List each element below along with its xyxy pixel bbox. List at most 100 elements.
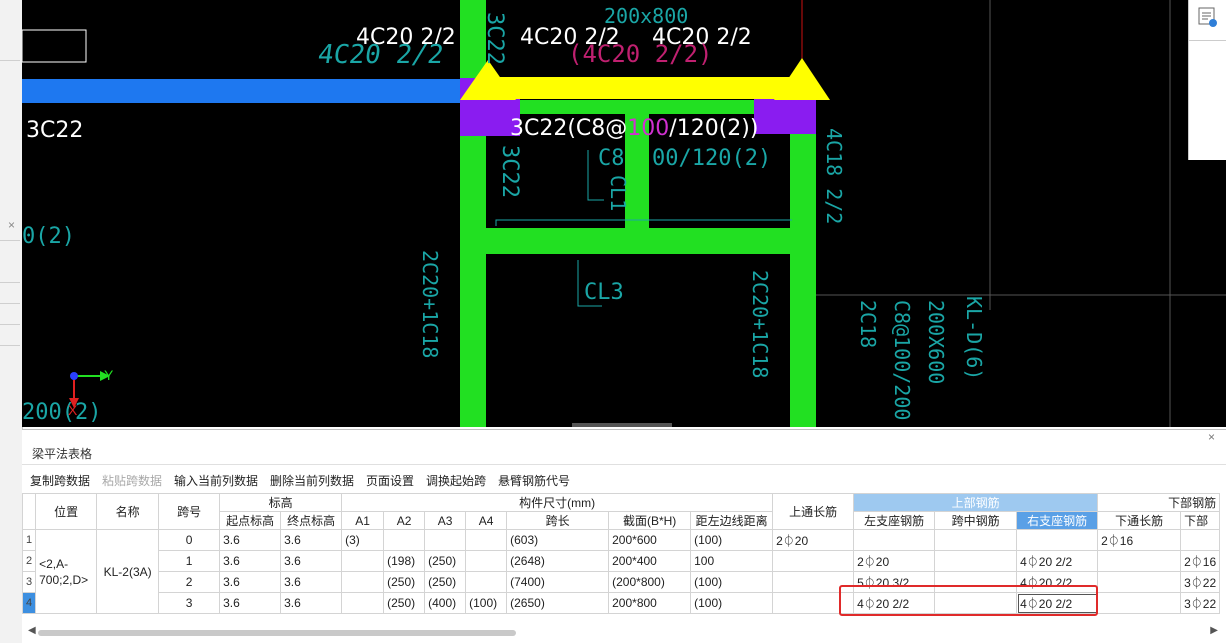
cell-span[interactable]: 2 [158, 571, 221, 593]
cell-left-support[interactable]: 2⏀20 [853, 550, 936, 572]
left-close-icon[interactable]: × [8, 218, 15, 232]
table-row[interactable]: 2 1 3.6 3.6 (198) (250) (2648) 200*400 1… [21, 550, 1221, 572]
cell-section[interactable]: 200*400 [608, 550, 692, 572]
cell-a3[interactable]: (250) [424, 550, 467, 572]
header-right-support[interactable]: 右支座钢筋 [1016, 511, 1099, 530]
horizontal-scrollbar[interactable]: ◀ ▶ [28, 625, 1218, 638]
header-bottom[interactable]: 下部 [1180, 511, 1221, 530]
cell-mid-span[interactable] [934, 592, 1018, 614]
cell-edge-dist[interactable]: (100) [690, 529, 774, 551]
cell-section[interactable]: 200*800 [608, 592, 692, 614]
cell-span-len[interactable]: (2648) [506, 550, 610, 572]
cell-a2[interactable]: (250) [383, 571, 426, 593]
cell-left-support[interactable]: 4⏀20 2/2 [853, 592, 936, 614]
cell-section[interactable]: (200*800) [608, 571, 692, 593]
cell-end-elev[interactable]: 3.6 [280, 550, 343, 572]
swap-start-span-button[interactable]: 调换起始跨 [426, 472, 486, 489]
cell-bottom[interactable]: 2⏀16 [1180, 550, 1221, 572]
panel-close-icon[interactable]: × [1208, 430, 1215, 444]
cell-a4[interactable] [465, 550, 508, 572]
cell-bottom[interactable]: 3⏀22 [1180, 592, 1221, 614]
cell-right-support[interactable]: 4⏀20 2/2 [1016, 571, 1099, 593]
cell-edge-dist[interactable]: (100) [690, 592, 774, 614]
cell-mid-span[interactable] [934, 529, 1018, 551]
page-setup-button[interactable]: 页面设置 [366, 472, 414, 489]
cell-left-support[interactable]: 5⏀20 3/2 [853, 571, 936, 593]
cell-a1[interactable] [341, 550, 385, 572]
cell-a1[interactable] [341, 571, 385, 593]
cantilever-rebar-code-button[interactable]: 悬臂钢筋代号 [498, 472, 570, 489]
scroll-left-icon[interactable]: ◀ [28, 625, 36, 636]
cell-top-through[interactable] [772, 550, 855, 572]
header-left-support[interactable]: 左支座钢筋 [853, 511, 936, 530]
header-start-elev[interactable]: 起点标高 [219, 511, 282, 530]
cell-start-elev[interactable]: 3.6 [219, 550, 282, 572]
header-end-elev[interactable]: 终点标高 [280, 511, 343, 530]
cell-top-through[interactable] [772, 592, 855, 614]
header-name[interactable]: 名称 [96, 493, 160, 530]
panel-splitter-handle[interactable] [572, 423, 672, 427]
header-a3[interactable]: A3 [424, 511, 467, 530]
properties-icon[interactable] [1197, 6, 1219, 28]
cell-edge-dist[interactable]: (100) [690, 571, 774, 593]
cell-a3[interactable]: (250) [424, 571, 467, 593]
copy-span-data-button[interactable]: 复制跨数据 [30, 472, 90, 489]
header-a4[interactable]: A4 [465, 511, 508, 530]
header-section[interactable]: 截面(B*H) [608, 511, 692, 530]
cell-edge-dist[interactable]: 100 [690, 550, 774, 572]
input-column-data-button[interactable]: 输入当前列数据 [174, 472, 258, 489]
cell-start-elev[interactable]: 3.6 [219, 592, 282, 614]
cell-a3[interactable] [424, 529, 467, 551]
header-edge-dist[interactable]: 距左边线距离 [690, 511, 774, 530]
cell-span-len[interactable]: (2650) [506, 592, 610, 614]
cell-top-through[interactable]: 2⏀20 [772, 529, 855, 551]
header-a2[interactable]: A2 [383, 511, 426, 530]
cell-section[interactable]: 200*600 [608, 529, 692, 551]
cell-a2[interactable]: (198) [383, 550, 426, 572]
scroll-thumb[interactable] [38, 630, 516, 636]
cell-top-through[interactable] [772, 571, 855, 593]
cell-a2[interactable] [383, 529, 426, 551]
cell-bottom-through[interactable] [1097, 550, 1182, 572]
cell-a4[interactable] [465, 571, 508, 593]
cell-start-elev[interactable]: 3.6 [219, 571, 282, 593]
cell-mid-span[interactable] [934, 550, 1018, 572]
row-number[interactable]: 2 [21, 550, 37, 572]
cell-a1[interactable] [341, 592, 385, 614]
cell-a2[interactable]: (250) [383, 592, 426, 614]
cell-span[interactable]: 3 [158, 592, 221, 614]
cell-right-support[interactable]: 4⏀20 2/2 [1016, 550, 1099, 572]
cell-bottom[interactable]: 3⏀22 [1180, 571, 1221, 593]
table-row[interactable]: 4 3 3.6 3.6 (250) (400) (100) (2650) 200… [21, 592, 1221, 614]
cell-name[interactable]: KL-2(3A) [96, 529, 160, 614]
cell-span[interactable]: 1 [158, 550, 221, 572]
cell-position[interactable]: <2,A-700;2,D> [35, 529, 98, 614]
cell-right-support[interactable] [1016, 529, 1099, 551]
cell-right-support-active[interactable]: 4⏀20 2/2 [1016, 592, 1099, 614]
scroll-right-icon[interactable]: ▶ [1210, 625, 1218, 636]
header-bottom-through[interactable]: 下通长筋 [1097, 511, 1182, 530]
row-number[interactable]: 3 [21, 571, 37, 593]
cell-bottom-through[interactable] [1097, 592, 1182, 614]
header-span-no[interactable]: 跨号 [158, 493, 221, 530]
cell-mid-span[interactable] [934, 571, 1018, 593]
cell-a1[interactable]: (3) [341, 529, 385, 551]
row-number[interactable]: 4 [21, 592, 37, 614]
cell-end-elev[interactable]: 3.6 [280, 592, 343, 614]
cell-bottom-through[interactable] [1097, 571, 1182, 593]
header-top-through[interactable]: 上通长筋 [772, 493, 855, 530]
cad-viewport[interactable]: 4C20 2/2 4C20 2/2 4C20 2/2 3C22 3C22(C8@… [22, 0, 1226, 427]
cell-bottom-through[interactable]: 2⏀16 [1097, 529, 1182, 551]
delete-column-data-button[interactable]: 删除当前列数据 [270, 472, 354, 489]
cell-start-elev[interactable]: 3.6 [219, 529, 282, 551]
cell-end-elev[interactable]: 3.6 [280, 571, 343, 593]
table-row[interactable]: 3 2 3.6 3.6 (250) (250) (7400) (200*800)… [21, 571, 1221, 593]
cell-span-len[interactable]: (603) [506, 529, 610, 551]
header-position[interactable]: 位置 [35, 493, 98, 530]
header-a1[interactable]: A1 [341, 511, 385, 530]
cell-a4[interactable]: (100) [465, 592, 508, 614]
paste-span-data-button[interactable]: 粘贴跨数据 [102, 472, 162, 489]
row-number[interactable]: 1 [21, 529, 37, 551]
header-mid-span[interactable]: 跨中钢筋 [934, 511, 1018, 530]
cell-a3[interactable]: (400) [424, 592, 467, 614]
